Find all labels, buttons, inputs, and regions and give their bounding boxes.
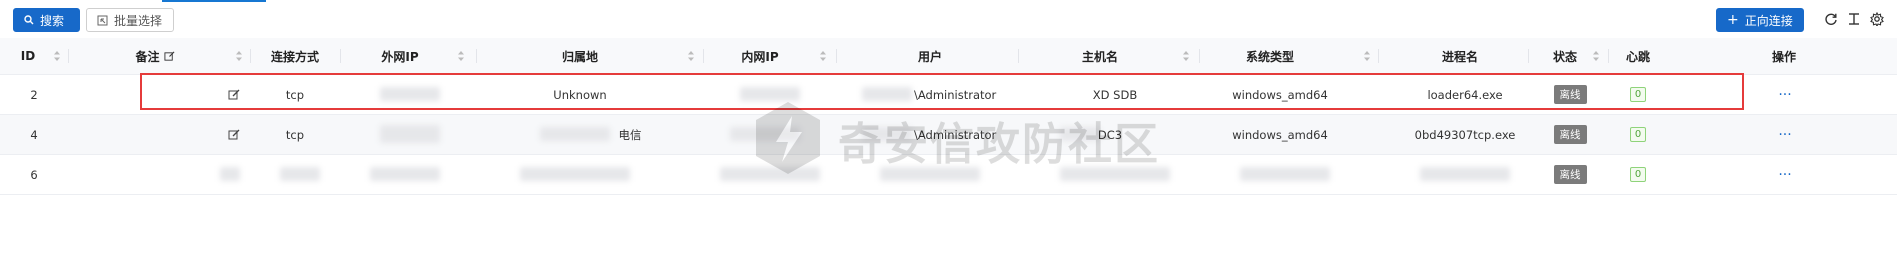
table-row[interactable]: 6 离线 0 ··· <box>0 155 1897 195</box>
cell-host: DC3 <box>1097 127 1123 142</box>
cell-host: XD SDB <box>1092 87 1138 102</box>
sort-icon[interactable] <box>1362 50 1372 62</box>
toolbar: 搜索 批量选择 + 正向连接 <box>0 0 1897 38</box>
cell-heartbeat: 0 <box>1628 115 1648 154</box>
cell-os: windows_amd64 <box>1232 127 1328 142</box>
cell-status: 离线 <box>1550 155 1590 194</box>
more-actions-icon[interactable]: ··· <box>1770 75 1800 114</box>
settings-icon[interactable] <box>1868 10 1886 28</box>
density-icon[interactable] <box>1845 10 1863 28</box>
cell-os: windows_amd64 <box>1232 87 1328 102</box>
col-user: 用户 <box>917 49 942 64</box>
cell-user: \Administrator <box>914 127 997 142</box>
edit-note-icon[interactable] <box>226 115 242 154</box>
sort-icon[interactable] <box>234 50 244 62</box>
cell-heartbeat: 0 <box>1628 155 1648 194</box>
col-heartbeat: 心跳 <box>1625 49 1650 64</box>
cell-connect-type: tcp <box>285 127 305 142</box>
cell-location: 电信 <box>618 127 642 142</box>
col-location: 归属地 <box>561 49 598 64</box>
sort-icon[interactable] <box>818 50 828 62</box>
status-badge: 离线 <box>1553 165 1587 184</box>
col-action: 操作 <box>1771 49 1796 64</box>
sort-icon[interactable] <box>686 50 696 62</box>
sort-icon[interactable] <box>1591 50 1601 62</box>
edit-note-icon[interactable] <box>226 75 242 114</box>
status-badge: 离线 <box>1553 85 1587 104</box>
heartbeat-badge: 0 <box>1629 127 1647 142</box>
batch-select-label: 批量选择 <box>114 13 163 28</box>
cell-process: 0bd49307tcp.exe <box>1414 127 1516 142</box>
cell-id: 2 <box>30 87 38 102</box>
more-actions-icon[interactable]: ··· <box>1770 155 1800 194</box>
batch-select-icon <box>97 15 108 25</box>
col-status: 状态 <box>1552 49 1577 64</box>
cell-user: \Administrator <box>914 87 997 102</box>
tab-indicator <box>162 0 266 2</box>
col-int-ip: 内网IP <box>741 49 779 64</box>
cell-id: 4 <box>30 127 38 142</box>
cell-process: loader64.exe <box>1427 87 1503 102</box>
cell-status: 离线 <box>1550 75 1590 114</box>
heartbeat-badge: 0 <box>1629 167 1647 182</box>
table-row[interactable]: 2 tcp Unknown \Administrator XD SDB wind… <box>0 75 1897 115</box>
col-ext-ip: 外网IP <box>381 49 419 64</box>
heartbeat-badge: 0 <box>1629 87 1647 102</box>
search-button-label: 搜索 <box>40 13 65 28</box>
cell-location: Unknown <box>553 87 607 102</box>
col-note: 备注 <box>120 38 190 74</box>
search-button[interactable]: 搜索 <box>13 8 80 32</box>
refresh-icon[interactable] <box>1822 10 1840 28</box>
col-id: ID <box>20 49 36 63</box>
search-icon <box>24 15 34 25</box>
col-host: 主机名 <box>1081 49 1118 64</box>
col-os: 系统类型 <box>1245 49 1294 64</box>
sort-icon[interactable] <box>456 50 466 62</box>
forward-connect-label: 正向连接 <box>1744 13 1793 28</box>
sort-icon[interactable] <box>1181 50 1191 62</box>
table-header: ID 备注 连接方式 外网IP 归属地 内网IP 用户 主机名 系统类型 进程名… <box>0 38 1897 75</box>
col-connect-type: 连接方式 <box>270 49 319 64</box>
cell-heartbeat: 0 <box>1628 75 1648 114</box>
cell-id: 6 <box>30 167 38 182</box>
cell-status: 离线 <box>1550 115 1590 154</box>
cell-connect-type: tcp <box>285 87 305 102</box>
col-process: 进程名 <box>1441 49 1478 64</box>
plus-icon: + <box>1727 12 1739 28</box>
batch-select-button[interactable]: 批量选择 <box>86 8 174 32</box>
status-badge: 离线 <box>1553 125 1587 144</box>
more-actions-icon[interactable]: ··· <box>1770 115 1800 154</box>
sort-icon[interactable] <box>52 50 62 62</box>
table-row[interactable]: 4 tcp 电信 \Administrator DC3 windows_amd6… <box>0 115 1897 155</box>
forward-connect-button[interactable]: + 正向连接 <box>1716 8 1804 32</box>
edit-icon[interactable] <box>163 51 175 62</box>
